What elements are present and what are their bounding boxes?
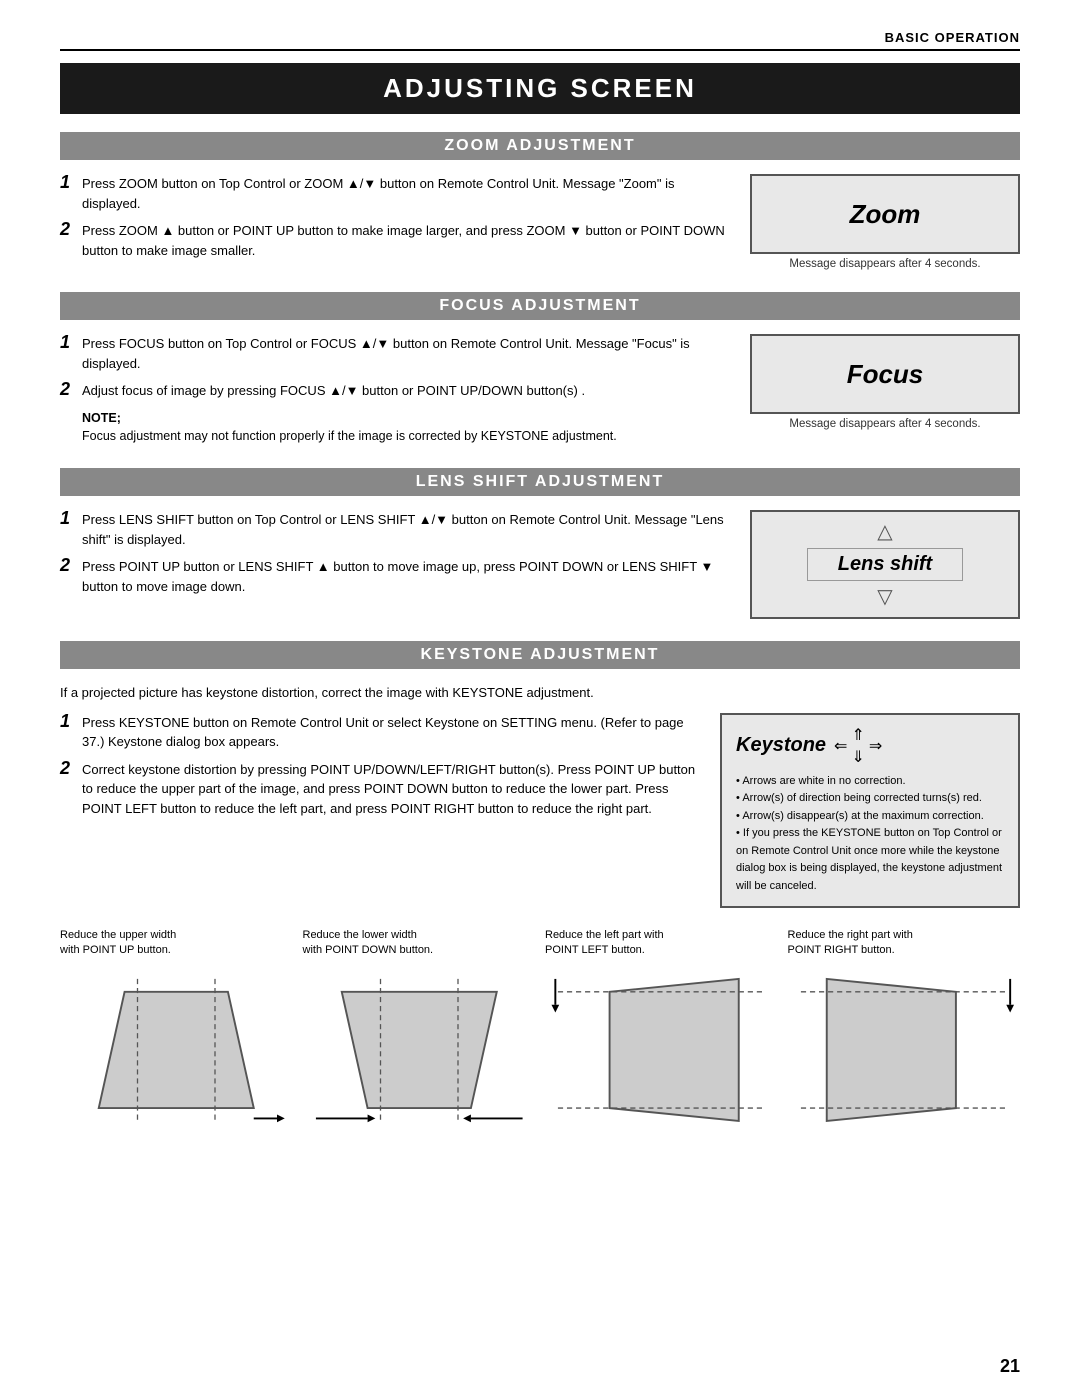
diagrams-row: Reduce the upper width with POINT UP but… <box>60 928 1020 1135</box>
focus-display: Focus <box>750 334 1020 414</box>
lens-shift-section: Lens Shift Adjustment 1 Press LENS SHIFT… <box>60 468 1020 619</box>
keystone-section-header: Keystone Adjustment <box>60 641 1020 669</box>
diagram-1-caption: Reduce the upper width with POINT UP but… <box>60 928 293 959</box>
zoom-display: Zoom <box>750 174 1020 254</box>
section-label: Basic Operation <box>60 30 1020 51</box>
lens-shift-text: 1 Press LENS SHIFT button on Top Control… <box>60 510 750 604</box>
diagram-4-svg <box>788 966 1021 1134</box>
page: Basic Operation Adjusting Screen Zoom Ad… <box>0 0 1080 1196</box>
lens-shift-display: △ Lens shift ▽ <box>750 510 1020 619</box>
focus-image: Focus Message disappears after 4 seconds… <box>750 334 1020 430</box>
diagram-1: Reduce the upper width with POINT UP but… <box>60 928 293 1135</box>
focus-section-header: Focus Adjustment <box>60 292 1020 320</box>
diagram-3-svg <box>545 966 778 1134</box>
lens-shift-image: △ Lens shift ▽ <box>750 510 1020 619</box>
zoom-text: 1 Press ZOOM button on Top Control or ZO… <box>60 174 750 268</box>
keystone-bullets: Arrows are white in no correction. Arrow… <box>736 773 1004 896</box>
keystone-section: Keystone Adjustment If a projected pictu… <box>60 641 1020 1134</box>
keystone-top-row: Keystone ⇐ ⇑ ⇓ ⇒ <box>736 725 1004 767</box>
lens-shift-label: Lens shift <box>807 548 963 581</box>
keystone-display: Keystone ⇐ ⇑ ⇓ ⇒ <box>720 713 1020 908</box>
lens-shift-section-header: Lens Shift Adjustment <box>60 468 1020 496</box>
zoom-section-header: Zoom Adjustment <box>60 132 1020 160</box>
keystone-right-arrow: ⇒ <box>869 736 882 756</box>
main-title: Adjusting Screen <box>60 73 1020 104</box>
keystone-text: 1 Press KEYSTONE button on Remote Contro… <box>60 713 720 827</box>
diagram-3: Reduce the left part with POINT LEFT but… <box>545 928 778 1135</box>
keystone-section-content: 1 Press KEYSTONE button on Remote Contro… <box>60 713 1020 908</box>
keystone-up-arrow: ⇑ <box>851 725 864 745</box>
diagram-2-svg <box>303 966 536 1134</box>
focus-step-1: 1 Press FOCUS button on Top Control or F… <box>60 334 730 373</box>
diagram-1-svg <box>60 966 293 1134</box>
diagram-2-caption: Reduce the lower width with POINT DOWN b… <box>303 928 536 959</box>
zoom-section-content: 1 Press ZOOM button on Top Control or ZO… <box>60 174 1020 270</box>
keystone-image: Keystone ⇐ ⇑ ⇓ ⇒ <box>720 713 1020 908</box>
keystone-down-arrow: ⇓ <box>851 747 864 767</box>
diagram-2: Reduce the lower width with POINT DOWN b… <box>303 928 536 1135</box>
keystone-step-2: 2 Correct keystone distortion by pressin… <box>60 760 700 819</box>
focus-step-2: 2 Adjust focus of image by pressing FOCU… <box>60 381 730 401</box>
focus-text: 1 Press FOCUS button on Top Control or F… <box>60 334 750 446</box>
keystone-intro: If a projected picture has keystone dist… <box>60 683 1020 703</box>
diagram-3-caption: Reduce the left part with POINT LEFT but… <box>545 928 778 959</box>
keystone-step-1: 1 Press KEYSTONE button on Remote Contro… <box>60 713 700 752</box>
zoom-step-1: 1 Press ZOOM button on Top Control or ZO… <box>60 174 730 213</box>
focus-note: NOTE; Focus adjustment may not function … <box>82 409 730 447</box>
focus-section: Focus Adjustment 1 Press FOCUS button on… <box>60 292 1020 446</box>
diagram-4: Reduce the right part with POINT RIGHT b… <box>788 928 1021 1135</box>
lens-shift-section-content: 1 Press LENS SHIFT button on Top Control… <box>60 510 1020 619</box>
lens-shift-step-1: 1 Press LENS SHIFT button on Top Control… <box>60 510 730 549</box>
page-number: 21 <box>1000 1356 1020 1377</box>
keystone-left-arrow: ⇐ <box>834 736 847 756</box>
zoom-image: Zoom Message disappears after 4 seconds. <box>750 174 1020 270</box>
main-title-bar: Adjusting Screen <box>60 63 1020 114</box>
lens-shift-down-arrow: ▽ <box>877 587 892 607</box>
zoom-step-2: 2 Press ZOOM ▲ button or POINT UP button… <box>60 221 730 260</box>
diagram-4-caption: Reduce the right part with POINT RIGHT b… <box>788 928 1021 959</box>
zoom-section: Zoom Adjustment 1 Press ZOOM button on T… <box>60 132 1020 270</box>
lens-shift-step-2: 2 Press POINT UP button or LENS SHIFT ▲ … <box>60 557 730 596</box>
lens-shift-up-arrow: △ <box>877 522 892 542</box>
focus-section-content: 1 Press FOCUS button on Top Control or F… <box>60 334 1020 446</box>
